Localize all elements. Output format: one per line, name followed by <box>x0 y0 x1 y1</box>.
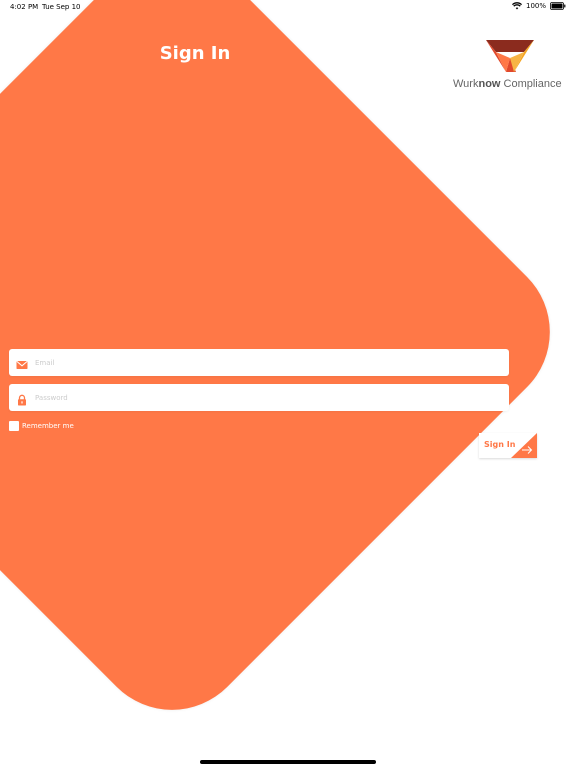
battery-percent: 100% <box>525 2 546 10</box>
battery-icon <box>550 2 566 10</box>
remember-me-row[interactable]: Remember me <box>9 421 74 431</box>
sign-in-screen: 4:02 PM Tue Sep 10 100% Sign In Wurknow … <box>0 0 576 768</box>
sign-in-button[interactable]: Sign In <box>479 433 537 458</box>
email-field[interactable] <box>9 349 509 376</box>
email-input[interactable] <box>35 349 495 376</box>
remember-me-label: Remember me <box>22 422 74 430</box>
brand-name: Wurknow Compliance <box>453 78 562 90</box>
lock-icon <box>16 391 28 406</box>
status-indicators: 100% <box>511 2 566 10</box>
envelope-icon <box>16 356 28 369</box>
status-date: Tue Sep 10 <box>42 3 81 11</box>
brand-name-bold: now <box>478 78 501 90</box>
home-indicator[interactable] <box>200 760 376 764</box>
password-input[interactable] <box>35 384 495 411</box>
status-bar: 4:02 PM Tue Sep 10 100% <box>0 0 576 14</box>
brand-name-part2: Compliance <box>500 78 562 90</box>
brand-name-part1: Wurk <box>453 78 479 90</box>
page-title: Sign In <box>159 43 231 64</box>
password-field[interactable] <box>9 384 509 411</box>
arrow-right-icon <box>521 440 533 454</box>
status-time: 4:02 PM <box>10 3 39 11</box>
wurknow-logo-icon <box>486 38 534 74</box>
wifi-icon <box>511 2 522 10</box>
remember-me-checkbox[interactable] <box>9 421 19 431</box>
